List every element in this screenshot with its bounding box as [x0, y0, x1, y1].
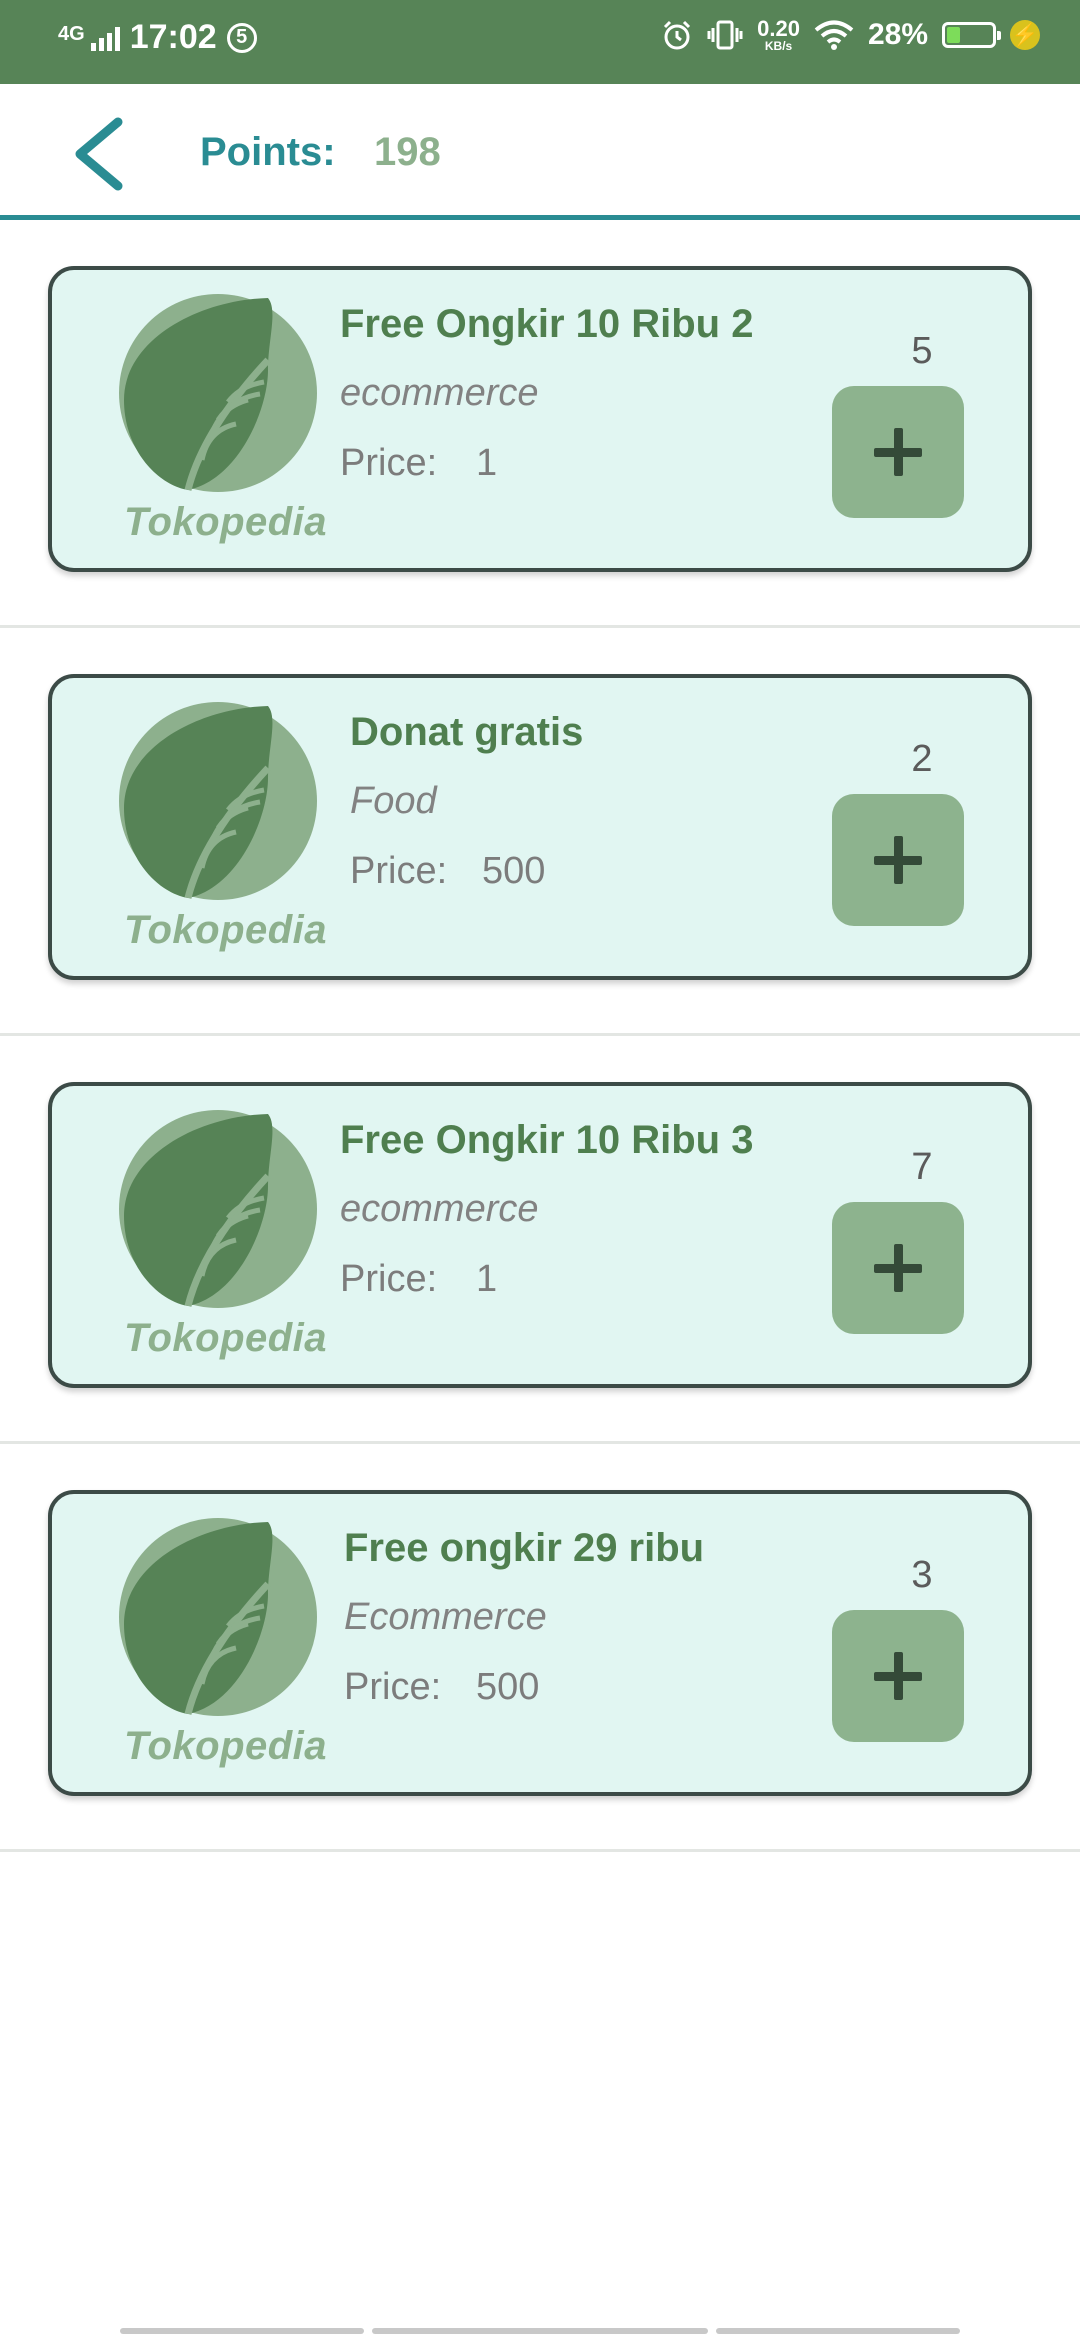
- quantity-count: 7: [911, 1146, 933, 1188]
- quantity-count: 2: [911, 738, 933, 780]
- battery-percent: 28%: [867, 18, 928, 51]
- add-button[interactable]: [832, 1202, 964, 1334]
- voucher-card[interactable]: Tokopedia Donat gratis Food Price: 500 2: [48, 674, 1032, 980]
- alarm-icon: [664, 20, 691, 50]
- chevron-left-icon: [75, 117, 123, 191]
- navigation-bar: [0, 2324, 1080, 2340]
- wifi-icon: [814, 20, 854, 50]
- brand-name: Tokopedia: [124, 500, 328, 544]
- price-label: Price:: [340, 442, 438, 484]
- leaf-logo-icon: [119, 1110, 317, 1308]
- voucher-card[interactable]: Tokopedia Free Ongkir 10 Ribu 3 ecommerc…: [48, 1082, 1032, 1388]
- voucher-card[interactable]: Tokopedia Free ongkir 29 ribu Ecommerce …: [48, 1490, 1032, 1796]
- points-value: 198: [374, 130, 441, 174]
- add-button[interactable]: [832, 386, 964, 518]
- status-left: 4G 17:02 5: [58, 18, 257, 57]
- app-header: Points: 198: [0, 84, 1080, 220]
- speed-value: 0.20: [757, 16, 800, 41]
- price-value: 500: [476, 1666, 540, 1708]
- quantity-count: 5: [911, 330, 933, 372]
- voucher-category: Food: [350, 780, 437, 822]
- list-item: Tokopedia Free Ongkir 10 Ribu 2 ecommerc…: [0, 220, 1080, 628]
- price-label: Price:: [350, 850, 448, 892]
- list-item: Tokopedia Free Ongkir 10 Ribu 3 ecommerc…: [0, 1036, 1080, 1444]
- price-value: 1: [476, 442, 498, 484]
- leaf-logo-icon: [119, 294, 317, 492]
- speed-unit: KB/s: [764, 39, 793, 53]
- vibrate-icon: [707, 20, 743, 50]
- nav-gesture-left[interactable]: [120, 2328, 364, 2334]
- status-bar: 4G 17:02 5 0.20 KB/s 28% ⚡: [0, 0, 1080, 84]
- price-value: 1: [476, 1258, 498, 1300]
- add-button[interactable]: [832, 794, 964, 926]
- voucher-title: Donat gratis: [350, 710, 584, 754]
- brand-name: Tokopedia: [124, 1316, 328, 1360]
- back-button[interactable]: [66, 114, 136, 194]
- charging-icon: ⚡: [1010, 20, 1040, 50]
- points-label: Points:: [200, 130, 336, 174]
- voucher-card[interactable]: Tokopedia Free Ongkir 10 Ribu 2 ecommerc…: [48, 266, 1032, 572]
- leaf-logo-icon: [119, 702, 317, 900]
- leaf-logo-icon: [119, 1518, 317, 1716]
- network-speed: 0.20 KB/s: [757, 16, 800, 53]
- nav-gesture-right[interactable]: [716, 2328, 960, 2334]
- price-label: Price:: [344, 1666, 442, 1708]
- voucher-list: Tokopedia Free Ongkir 10 Ribu 2 ecommerc…: [0, 220, 1080, 1852]
- signal-icon: [90, 25, 120, 51]
- clock: 17:02: [129, 18, 217, 56]
- brand-name: Tokopedia: [124, 908, 328, 952]
- quantity-count: 3: [911, 1554, 933, 1596]
- notification-badge: 5: [226, 22, 257, 53]
- price-label: Price:: [340, 1258, 438, 1300]
- price-value: 500: [482, 850, 546, 892]
- battery-icon: [942, 22, 1001, 48]
- list-item: Tokopedia Free ongkir 29 ribu Ecommerce …: [0, 1444, 1080, 1852]
- voucher-title: Free ongkir 29 ribu: [344, 1526, 705, 1570]
- voucher-title: Free Ongkir 10 Ribu 2: [340, 302, 754, 346]
- network-type: 4G: [58, 22, 85, 45]
- voucher-category: Ecommerce: [344, 1596, 547, 1638]
- brand-name: Tokopedia: [124, 1724, 328, 1768]
- status-right: 0.20 KB/s 28% ⚡: [661, 18, 1040, 52]
- voucher-category: ecommerce: [340, 372, 539, 414]
- voucher-category: ecommerce: [340, 1188, 539, 1230]
- voucher-title: Free Ongkir 10 Ribu 3: [340, 1118, 754, 1162]
- nav-gesture-home[interactable]: [372, 2328, 708, 2334]
- add-button[interactable]: [832, 1610, 964, 1742]
- list-item: Tokopedia Donat gratis Food Price: 500 2: [0, 628, 1080, 1036]
